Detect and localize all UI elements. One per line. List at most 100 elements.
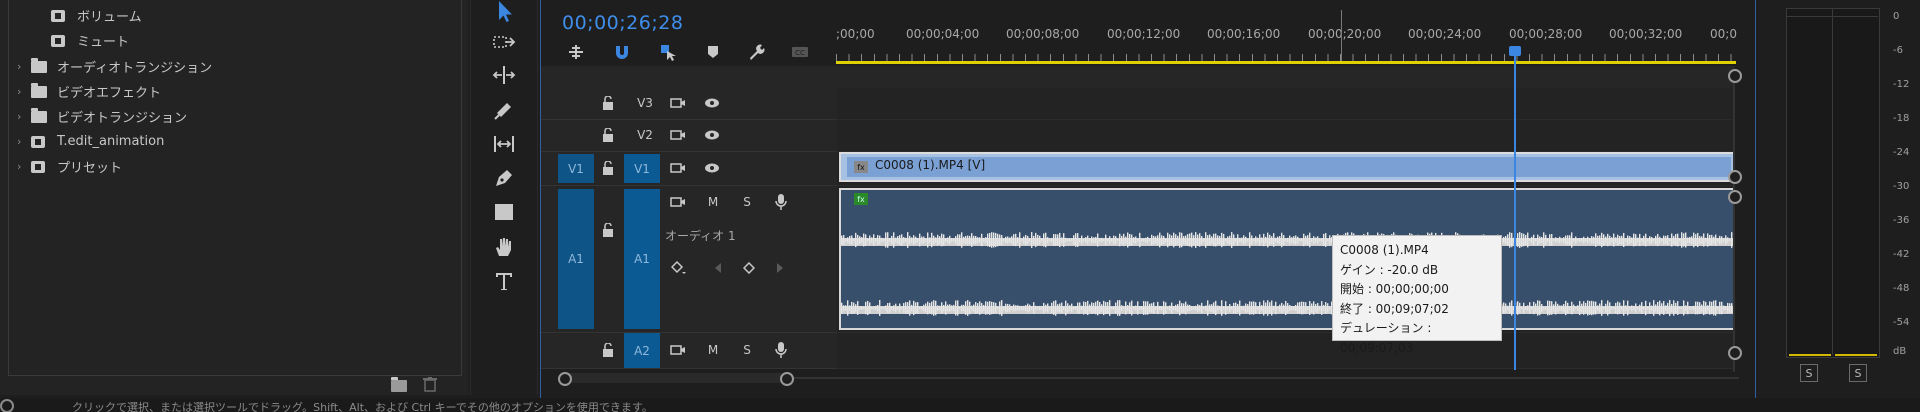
- effects-tree-item[interactable]: › プリセット: [9, 154, 461, 179]
- horizontal-scroll-handle-right[interactable]: [780, 372, 794, 386]
- linked-selection-icon[interactable]: [655, 40, 681, 64]
- fx-badge[interactable]: fx: [854, 193, 868, 205]
- lock-icon[interactable]: [600, 342, 616, 358]
- effects-tree-item[interactable]: › T.edit_animation: [9, 129, 461, 154]
- audio-waveform: [841, 232, 1733, 316]
- effects-tree-item[interactable]: › ビデオエフェクト: [9, 79, 461, 104]
- horizontal-scroll-handle-left[interactable]: [558, 372, 572, 386]
- slip-tool-icon[interactable]: [486, 129, 522, 159]
- effects-tree-item-label: プリセット: [57, 161, 123, 176]
- vertical-scroll-handle-mid2[interactable]: [1728, 190, 1742, 204]
- timeline-settings-wrench-icon[interactable]: [744, 40, 770, 64]
- sync-lock-icon[interactable]: [669, 194, 687, 210]
- track-name-v3[interactable]: V3: [632, 95, 658, 111]
- effects-panel: ボリューム ミュート › オーディオトランジション › ビデオエフェクト › ビデオトランジシ…: [0, 0, 468, 395]
- toggle-output-eye-icon[interactable]: [703, 127, 721, 143]
- work-area-bar[interactable]: [836, 61, 1736, 64]
- mute-button-a2[interactable]: M: [705, 342, 721, 358]
- toggle-output-eye-icon[interactable]: [703, 160, 721, 176]
- sync-lock-icon[interactable]: [669, 160, 687, 176]
- add-marker-icon[interactable]: [700, 40, 726, 64]
- microphone-icon[interactable]: [773, 192, 789, 212]
- meter-peak-right: [1835, 354, 1877, 356]
- track-select-tool-icon[interactable]: [486, 27, 522, 57]
- status-bar: クリックで選択、または選択ツールでドラッグ。Shift、Alt、および Ctrl…: [0, 398, 1920, 412]
- status-info-icon: [0, 399, 14, 412]
- track-target-v1[interactable]: V1: [624, 154, 660, 183]
- vertical-scroll-handle-top[interactable]: [1728, 69, 1742, 83]
- ruler-label: 00;0: [1710, 27, 1737, 41]
- ripple-edit-tool-icon[interactable]: [486, 60, 522, 90]
- playhead-handle[interactable]: [1509, 46, 1521, 56]
- lock-icon[interactable]: [600, 222, 616, 238]
- chevron-right-icon[interactable]: ›: [17, 85, 31, 98]
- solo-button-a2[interactable]: S: [739, 342, 755, 358]
- hand-tool-icon[interactable]: [486, 232, 522, 262]
- vertical-scroll-handle-mid[interactable]: [1728, 170, 1742, 184]
- track-name-v2[interactable]: V2: [632, 127, 658, 143]
- source-patch-v1[interactable]: V1: [558, 154, 594, 183]
- vertical-scrollbar-track[interactable]: [1733, 72, 1735, 372]
- track-target-a1[interactable]: A1: [624, 189, 660, 329]
- audio-clip[interactable]: fx: [839, 188, 1735, 330]
- razor-tool-icon[interactable]: [486, 95, 522, 125]
- previous-keyframe-icon[interactable]: [711, 260, 725, 276]
- ruler-label: 00;00;24;00: [1408, 27, 1482, 41]
- ruler-label: 00;00;28;00: [1509, 27, 1583, 41]
- lock-icon[interactable]: [600, 127, 616, 143]
- chevron-right-icon[interactable]: ›: [17, 60, 31, 73]
- sync-lock-icon[interactable]: [669, 342, 687, 358]
- pen-tool-icon[interactable]: [486, 163, 522, 193]
- next-keyframe-icon[interactable]: [773, 260, 787, 276]
- solo-button-a1[interactable]: S: [739, 194, 755, 210]
- db-label: -54: [1893, 317, 1910, 328]
- tooltip-gain: ゲイン : -20.0 dB: [1340, 262, 1439, 277]
- effects-tree-item[interactable]: › ビデオトランジション: [9, 104, 461, 129]
- video-clip[interactable]: fx C0008 (1).MP4 [V]: [839, 152, 1735, 182]
- track-target-a2[interactable]: A2: [624, 333, 660, 368]
- effects-tree-item-label: ミュート: [77, 35, 130, 50]
- sync-lock-icon[interactable]: [669, 95, 687, 111]
- track-label-a1[interactable]: オーディオ 1: [665, 227, 736, 243]
- vertical-scroll-handle-bottom[interactable]: [1728, 346, 1742, 360]
- playhead-timecode[interactable]: 00;00;26;28: [562, 12, 683, 34]
- chevron-right-icon[interactable]: ›: [17, 160, 31, 173]
- selection-tool-icon[interactable]: [486, 0, 522, 26]
- keyframe-menu-icon[interactable]: [670, 260, 688, 276]
- sync-lock-icon[interactable]: [669, 127, 687, 143]
- track-header-a1: A1 A1 M S オーディオ 1: [541, 186, 837, 333]
- insert-nest-icon[interactable]: [563, 40, 589, 64]
- chevron-right-icon[interactable]: ›: [17, 110, 31, 123]
- ruler-label: 00;00;04;00: [906, 27, 980, 41]
- lock-icon[interactable]: [600, 95, 616, 111]
- mute-button-a1[interactable]: M: [705, 194, 721, 210]
- source-patch-a1[interactable]: A1: [558, 189, 594, 329]
- horizontal-scrollbar-thumb[interactable]: [563, 373, 785, 383]
- microphone-icon[interactable]: [773, 340, 789, 360]
- ruler-marker-line: [1341, 10, 1342, 62]
- track-lane-a2[interactable]: [837, 333, 1735, 369]
- solo-right-button[interactable]: S: [1849, 364, 1867, 382]
- fx-badge[interactable]: fx: [854, 161, 868, 173]
- lock-icon[interactable]: [600, 160, 616, 176]
- type-tool-icon[interactable]: [486, 266, 522, 296]
- effects-tree-item[interactable]: ミュート: [9, 28, 461, 53]
- effects-tree-item[interactable]: › オーディオトランジション: [9, 54, 461, 79]
- db-label: 0: [1893, 11, 1900, 22]
- track-lane-v2[interactable]: [837, 120, 1735, 152]
- captions-icon[interactable]: CC: [787, 40, 813, 64]
- new-bin-icon[interactable]: [391, 377, 407, 392]
- effects-tree-item[interactable]: ボリューム: [9, 3, 461, 28]
- effects-tree-item-label: ビデオエフェクト: [57, 86, 162, 101]
- track-lane-v3[interactable]: [837, 88, 1735, 120]
- playhead-line[interactable]: [1514, 48, 1516, 370]
- db-label: -30: [1893, 181, 1910, 192]
- tooltip-duration: デュレーション : 00;09;07;03: [1340, 321, 1432, 355]
- toggle-output-eye-icon[interactable]: [703, 95, 721, 111]
- solo-left-button[interactable]: S: [1800, 364, 1818, 382]
- add-keyframe-icon[interactable]: [741, 260, 757, 276]
- snap-icon[interactable]: [609, 40, 635, 64]
- chevron-right-icon[interactable]: ›: [17, 135, 31, 148]
- rectangle-tool-icon[interactable]: [486, 197, 522, 227]
- delete-icon[interactable]: [423, 377, 437, 392]
